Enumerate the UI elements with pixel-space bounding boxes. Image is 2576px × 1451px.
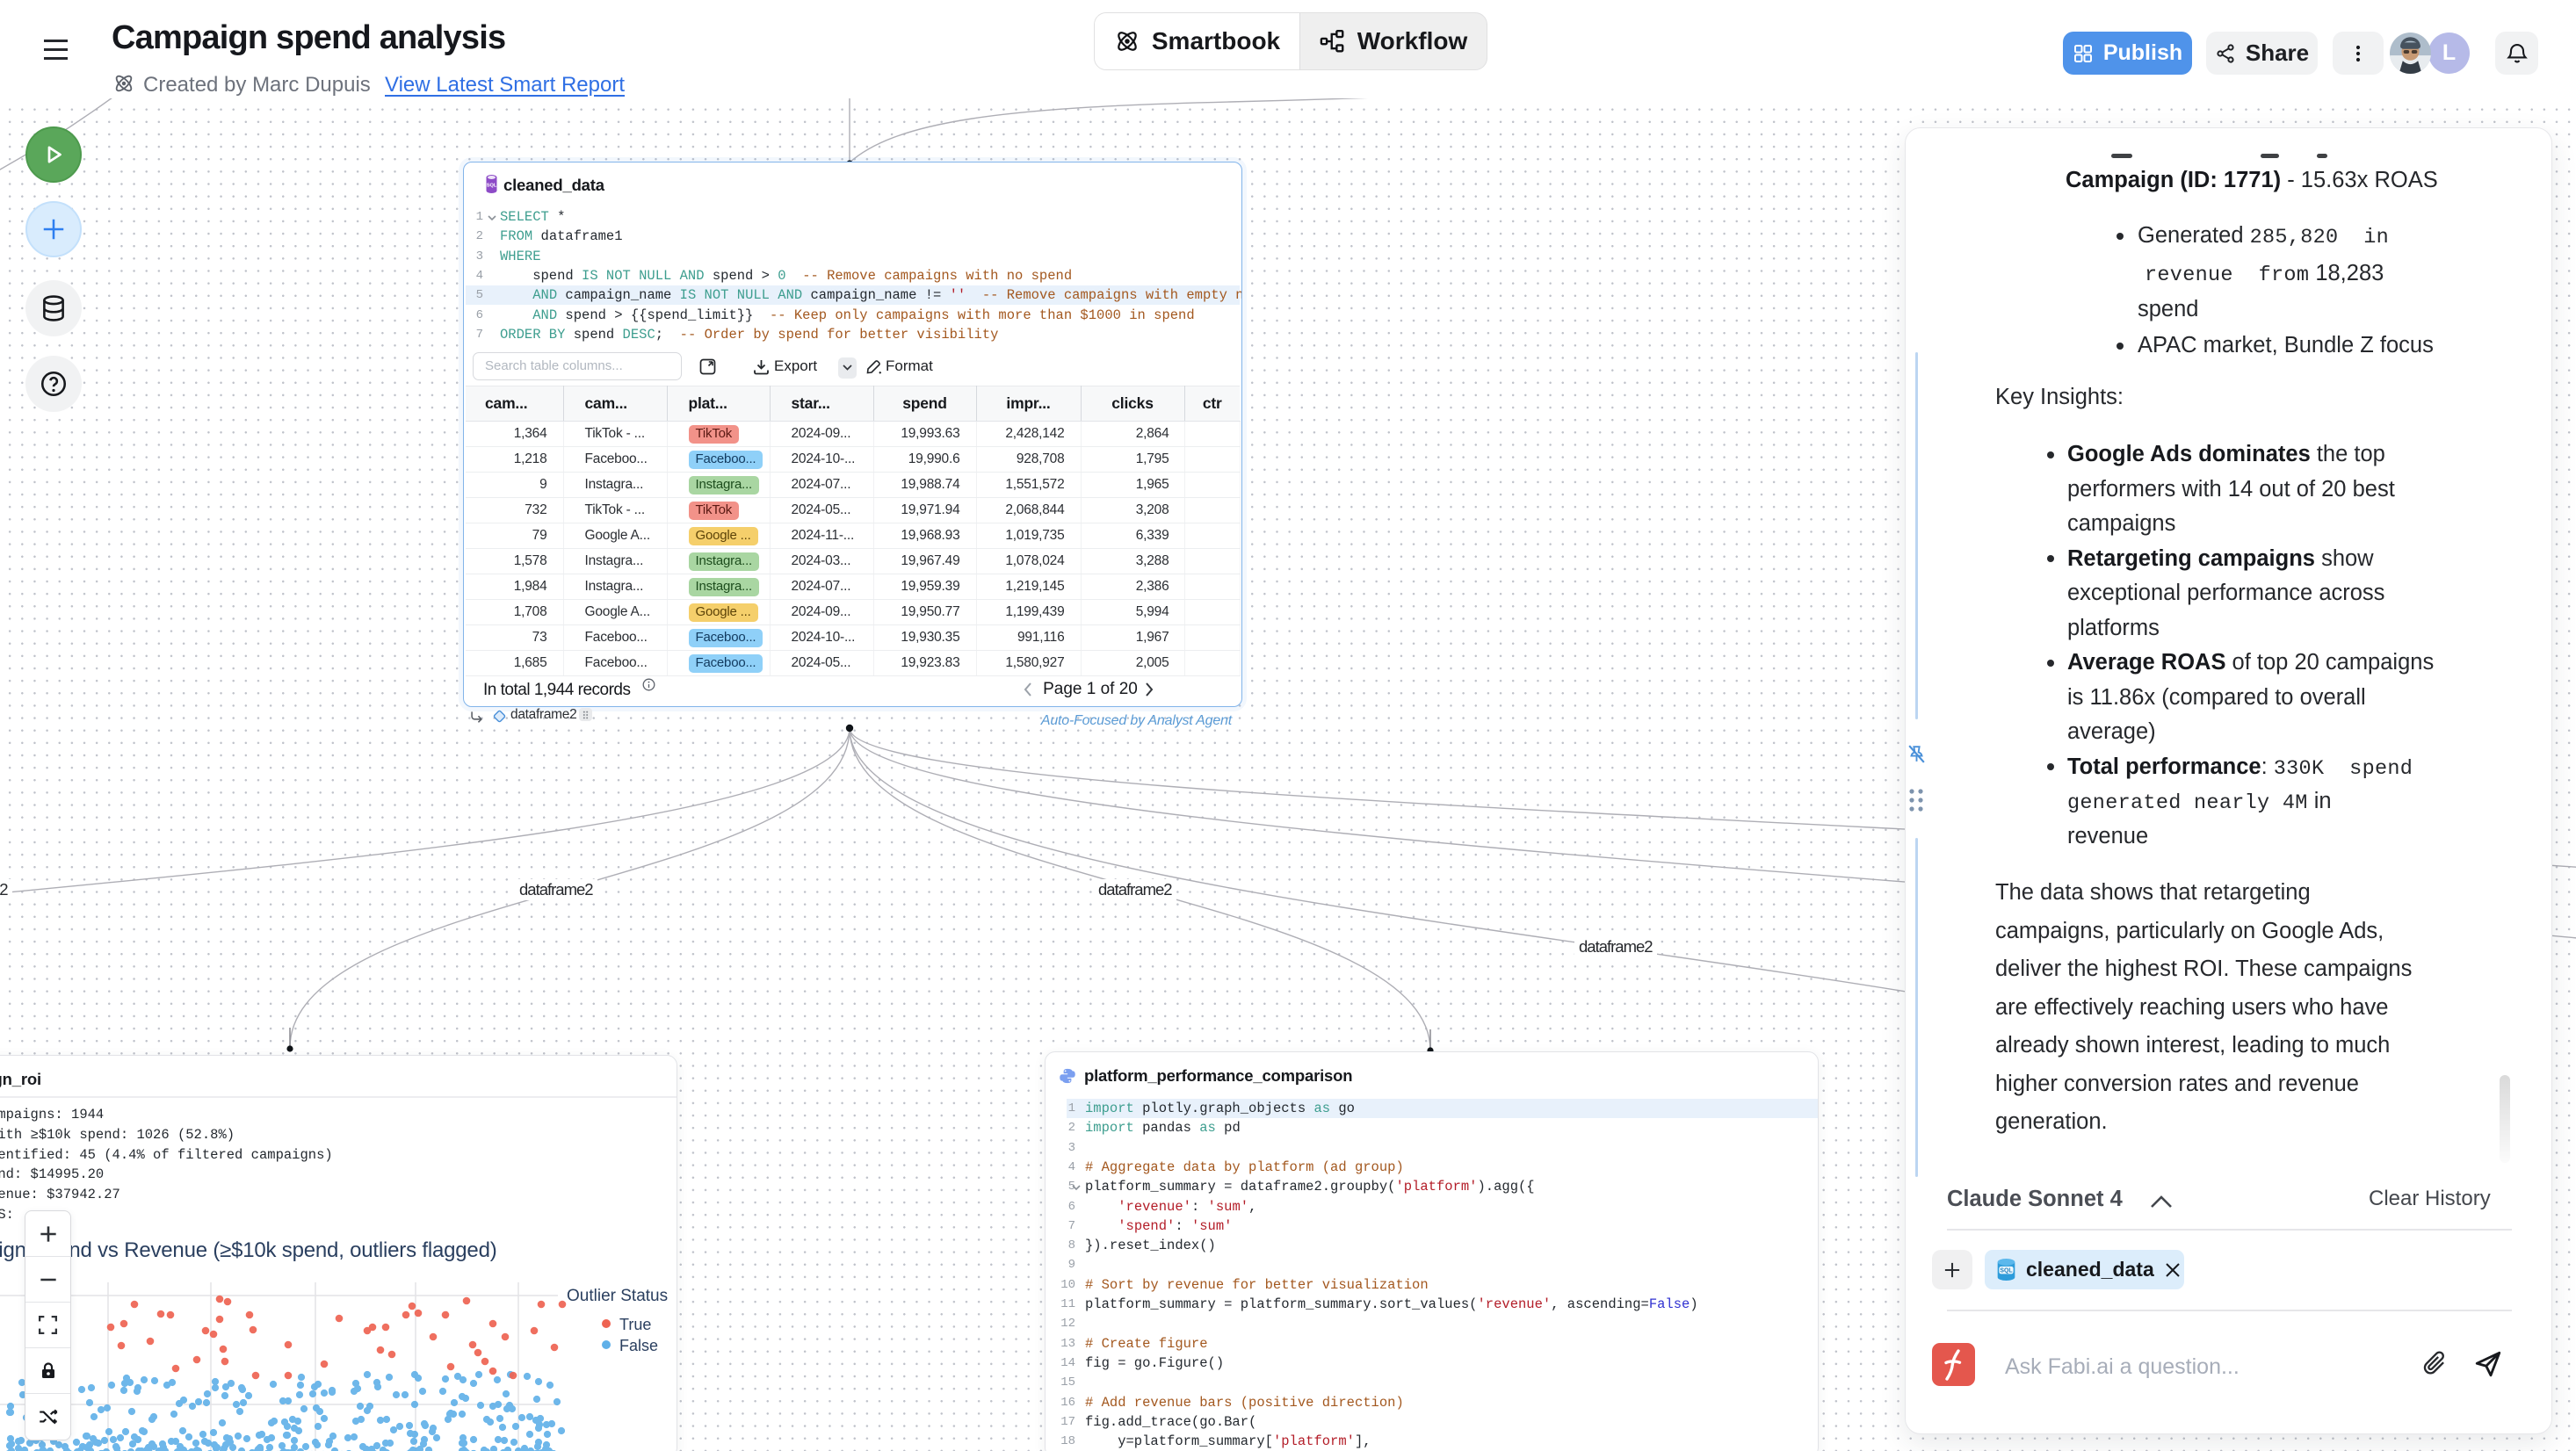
svg-text:SQL: SQL — [2000, 1267, 2012, 1274]
svg-text:True: True — [619, 1316, 651, 1333]
svg-text:False: False — [619, 1337, 658, 1354]
svg-text:Outlier Status: Outlier Status — [567, 1287, 668, 1305]
svg-text:SQL: SQL — [487, 184, 497, 189]
